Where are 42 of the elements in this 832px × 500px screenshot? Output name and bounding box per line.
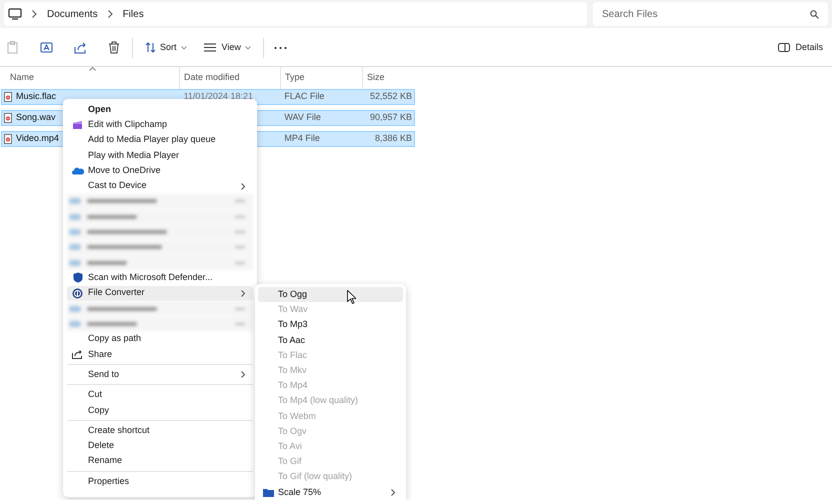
type-cell: MP4 File (284, 133, 320, 144)
type-cell: FLAC File (284, 91, 324, 102)
menu-item-label: Properties (88, 474, 130, 488)
menu-item-label: Copy (88, 404, 110, 417)
submenu-item-label: To Webm (278, 410, 316, 423)
search-input: Search Files (602, 6, 810, 22)
submenu-item-label: To Gif (low quality) (278, 470, 352, 484)
menu-item-label: Copy as path (88, 332, 142, 346)
submenu-item-label: To Wav (278, 303, 308, 316)
submenu-item-label: To Flac (278, 348, 308, 362)
date-cell: 11/01/2024 18:21 (184, 91, 253, 102)
size-cell: 8,386 KB (374, 133, 412, 144)
menu-item-label: Play with Media Player (88, 148, 180, 162)
menu-item-label: Delete (88, 439, 116, 452)
menu-item-label: File Converter (88, 286, 146, 300)
menu-item-label: Rename (88, 454, 124, 468)
size-cell: 90,957 KB (370, 112, 412, 122)
submenu-item-label: Scale 75% (278, 486, 322, 499)
submenu-item-label: To Aac (278, 334, 306, 347)
submenu-item-label: To Mp4 (low quality) (278, 394, 358, 408)
submenu-item-label: To Mp3 (278, 318, 308, 332)
menu-item-label: Add to Media Player play queue (88, 133, 217, 146)
submenu-item-label: To Mp4 (278, 379, 308, 392)
menu-item-label: Share (88, 348, 114, 361)
size-cell: 52,552 KB (370, 91, 412, 102)
menu-item-label: Cast to Device (88, 179, 148, 192)
menu-item-label: Send to (88, 368, 120, 381)
submenu-item-label: To Gif (278, 455, 302, 468)
menu-item-label: Cut (88, 388, 104, 402)
submenu-item-label: To Ogg (278, 288, 308, 301)
file-name: Song.wav (16, 111, 56, 124)
menu-item-label: Edit with Clipchamp (88, 118, 168, 132)
type-cell: WAV File (284, 112, 321, 122)
file-name: Music.flac (16, 90, 56, 104)
menu-item-label: Open (88, 102, 112, 116)
submenu-item-label: To Ogv (278, 424, 307, 438)
menu-item-label: Create shortcut (88, 424, 151, 437)
submenu-item-label: To Mkv (278, 364, 307, 377)
menu-item-label: Move to OneDrive (88, 164, 162, 178)
menu-item-label: Scan with Microsoft Defender... (88, 271, 214, 284)
file-name: Video.mp4 (16, 132, 59, 146)
submenu-item-label: To Avi (278, 440, 302, 454)
